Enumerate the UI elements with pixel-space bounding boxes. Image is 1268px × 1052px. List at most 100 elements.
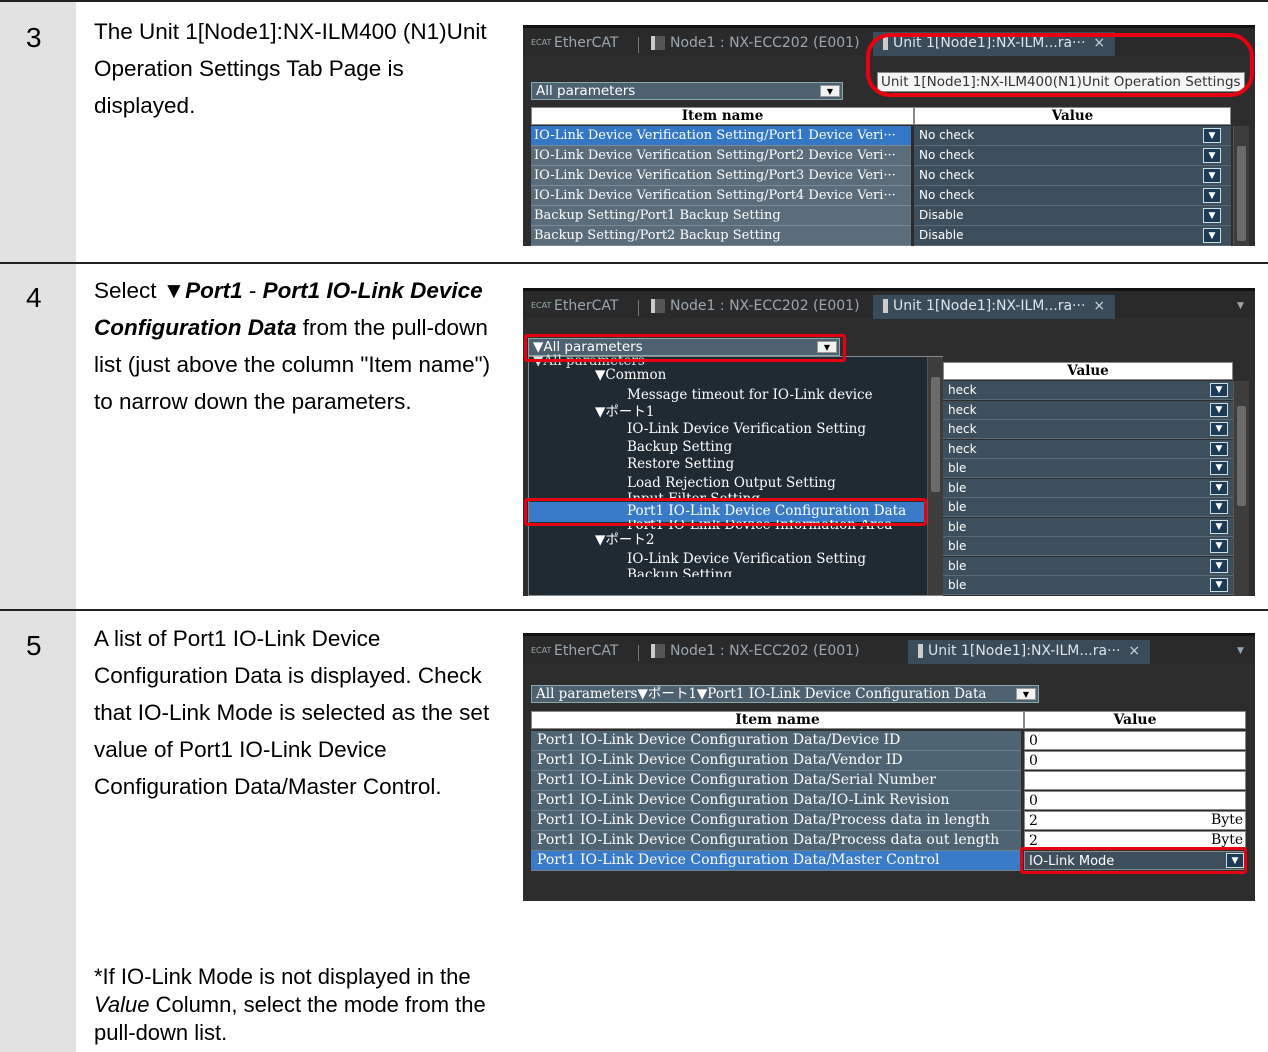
ethercat-icon: ECAT <box>531 38 552 47</box>
tree-item[interactable]: Backup Setting <box>627 439 732 455</box>
tab-separator <box>638 37 639 53</box>
tab-separator <box>638 300 639 316</box>
column-header-item-name: Item name <box>531 107 914 125</box>
parameter-tree-dropdown: ▼All parameters ▼Common Message timeout … <box>528 353 943 596</box>
chevron-down-icon[interactable]: ▼ <box>1210 461 1228 475</box>
chevron-down-icon[interactable]: ▼ <box>1210 402 1228 417</box>
tree-item-port1[interactable]: ▼ポート1 <box>595 404 654 420</box>
value-cell[interactable]: ble▼ <box>938 517 1235 537</box>
unit-icon <box>883 299 888 313</box>
screenshot-step4: ECAT EtherCAT Node1 : NX-ECC202 (E001) Un… <box>523 288 1255 596</box>
value-cell[interactable]: heck ▼ <box>938 420 1235 439</box>
tree-item[interactable]: IO-Link Device Verification Setting <box>627 551 866 567</box>
value-cell[interactable]: ble▼ <box>938 556 1235 576</box>
highlight-box <box>524 334 846 362</box>
chevron-down-icon[interactable]: ▼ <box>1210 441 1228 456</box>
value-cell[interactable]: heck ▼ <box>938 400 1235 420</box>
parameter-filter-dropdown[interactable]: All parameters ▼ <box>531 82 843 100</box>
tab-bar: ECAT EtherCAT Node1 : NX-ECC202 (E001) Un… <box>523 288 1255 319</box>
chevron-down-icon[interactable]: ▼ <box>1210 383 1228 397</box>
column-header-value: Value <box>943 362 1233 380</box>
step-number: 4 <box>26 282 42 313</box>
chevron-down-icon[interactable]: ▼ <box>1210 539 1228 553</box>
column-header-value: Value <box>1024 711 1246 729</box>
chevron-down-icon: ▼ <box>820 85 840 97</box>
chevron-down-icon[interactable]: ▼ <box>1203 188 1221 203</box>
chevron-down-icon[interactable]: ▼ <box>1210 558 1228 573</box>
step-column-5 <box>0 611 76 1052</box>
tab-ethercat[interactable]: ECAT EtherCAT <box>531 295 618 319</box>
scrollbar-thumb[interactable] <box>1237 406 1246 506</box>
tree-item-port2[interactable]: ▼ポート2 <box>595 532 654 548</box>
tree-item[interactable]: Restore Setting <box>627 456 734 472</box>
chevron-down-icon[interactable]: ▼ <box>1203 168 1221 183</box>
ethercat-icon: ECAT <box>531 301 552 310</box>
tree-item[interactable]: Backup Setting <box>627 567 732 577</box>
rule-top <box>0 0 1268 2</box>
highlight-box <box>866 33 1254 97</box>
close-icon[interactable]: × <box>1093 298 1105 314</box>
value-cell[interactable]: ble▼ <box>938 478 1235 498</box>
highlight-box <box>1020 847 1247 874</box>
value-cell[interactable]: heck ▼ <box>938 381 1235 400</box>
rule-step5 <box>0 609 1268 611</box>
vertical-scrollbar[interactable] <box>1233 126 1249 246</box>
step-column-4 <box>0 264 76 609</box>
tab-separator <box>638 645 639 661</box>
chevron-down-icon[interactable]: ▼ <box>1237 640 1244 664</box>
table-row[interactable]: Port1 IO-Link Device Configuration Data/… <box>531 811 1253 831</box>
chevron-down-icon[interactable]: ▼ <box>1203 208 1221 223</box>
column-header-value: Value <box>914 107 1231 125</box>
value-cell[interactable]: ble▼ <box>938 595 1235 596</box>
value-cell[interactable]: ble▼ <box>938 459 1235 478</box>
step-number: 3 <box>26 22 42 53</box>
tree-item[interactable]: Message timeout for IO-Link device <box>627 387 873 403</box>
tab-node1[interactable]: Node1 : NX-ECC202 (E001) <box>651 295 860 319</box>
tab-ethercat[interactable]: ECAT EtherCAT <box>531 32 618 56</box>
scrollbar-thumb[interactable] <box>1237 146 1246 241</box>
chevron-down-icon[interactable]: ▼ <box>1203 148 1221 163</box>
tab-unit1[interactable]: Unit 1[Node1]:NX-ILM...ra··· × <box>873 295 1116 319</box>
tab-node1[interactable]: Node1 : NX-ECC202 (E001) <box>651 32 860 56</box>
parameter-grid: IO-Link Device Verification Setting/Port… <box>531 126 1231 246</box>
chevron-down-icon[interactable]: ▼ <box>1210 480 1228 495</box>
unit-label: Byte <box>1211 812 1244 828</box>
chevron-down-icon[interactable]: ▼ <box>1210 578 1228 592</box>
highlight-box <box>524 498 927 526</box>
tab-bar: ECAT EtherCAT Node1 : NX-ECC202 (E001) Un… <box>523 633 1255 664</box>
close-icon[interactable]: × <box>1128 643 1140 659</box>
scrollbar-thumb[interactable] <box>931 377 940 492</box>
tree-item-common[interactable]: ▼Common <box>595 367 666 383</box>
parameter-filter-dropdown[interactable]: All parameters▼ポート1▼Port1 IO-Link Device… <box>531 685 1039 703</box>
chevron-down-icon[interactable]: ▼ <box>1210 519 1228 534</box>
value-cell[interactable]: ble▼ <box>938 576 1235 595</box>
rule-step4 <box>0 262 1268 264</box>
step-5-note: *If IO-Link Mode is not displayed in the… <box>94 964 486 1045</box>
vertical-scrollbar[interactable] <box>1233 381 1249 596</box>
chevron-down-icon[interactable]: ▼ <box>1203 228 1221 243</box>
value-cell[interactable]: ble▼ <box>938 537 1235 556</box>
table-row[interactable]: Port1 IO-Link Device Configuration Data/… <box>531 771 1253 791</box>
table-row[interactable]: Port1 IO-Link Device Configuration Data/… <box>531 751 1253 771</box>
vertical-scrollbar[interactable] <box>927 357 943 595</box>
tab-unit1[interactable]: Unit 1[Node1]:NX-ILM...ra··· × <box>908 640 1151 664</box>
value-cell[interactable]: heck ▼ <box>938 439 1235 459</box>
tab-ethercat[interactable]: ECAT EtherCAT <box>531 640 618 664</box>
chevron-down-icon[interactable]: ▼ <box>1237 295 1244 319</box>
value-column: heck ▼ heck ▼ heck ▼ heck ▼ ble ▼ ble ▼ ble ▼ ble ▼ ble ▼… <box>938 381 1235 596</box>
column-header-item-name: Item name <box>531 711 1024 729</box>
chevron-down-icon[interactable]: ▼ <box>1210 422 1228 436</box>
table-row[interactable]: Port1 IO-Link Device Configuration Data/… <box>531 791 1253 811</box>
step-5-text: A list of Port1 IO-Link Device Configura… <box>94 626 490 799</box>
tree-item[interactable]: IO-Link Device Verification Setting <box>627 421 866 437</box>
tree-item[interactable]: Load Rejection Output Setting <box>627 475 836 491</box>
screenshot-step3: ECAT EtherCAT Node1 : NX-ECC202 (E001) Un… <box>523 25 1255 246</box>
tab-node1[interactable]: Node1 : NX-ECC202 (E001) <box>651 640 860 664</box>
table-row[interactable]: Port1 IO-Link Device Configuration Data/… <box>531 731 1253 751</box>
value-cell[interactable]: ble▼ <box>938 498 1235 517</box>
chevron-down-icon[interactable]: ▼ <box>1210 500 1228 514</box>
unit-icon <box>918 644 923 658</box>
chevron-down-icon[interactable]: ▼ <box>1203 128 1221 143</box>
ethercat-icon: ECAT <box>531 646 552 655</box>
screenshot-step5: ECAT EtherCAT Node1 : NX-ECC202 (E001) Un… <box>523 633 1255 901</box>
